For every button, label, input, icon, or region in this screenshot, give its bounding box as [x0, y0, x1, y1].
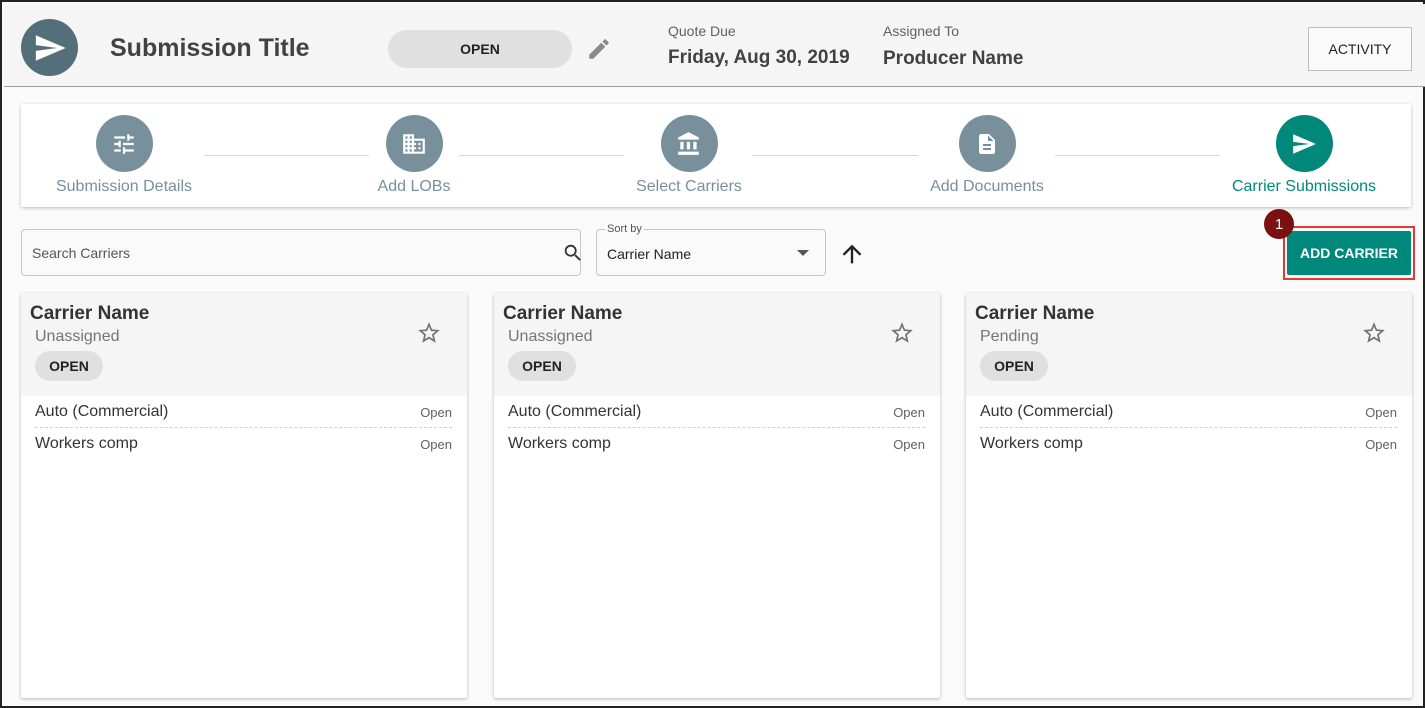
- carrier-assignment-status: Unassigned: [35, 328, 120, 345]
- status-badge: OPEN: [388, 30, 572, 68]
- header-bar: Submission Title OPEN Quote Due Friday, …: [4, 4, 1425, 87]
- building-icon: [385, 115, 443, 172]
- progress-stepper: Submission Details Add LOBs Select Carri…: [21, 104, 1411, 207]
- lob-status: Open: [893, 405, 925, 420]
- lob-name: Auto (Commercial): [980, 403, 1114, 420]
- bank-icon: [660, 115, 718, 172]
- carrier-name: Carrier Name: [975, 303, 1095, 324]
- carrier-card[interactable]: Carrier Name Unassigned OPEN Auto (Comme…: [21, 293, 467, 698]
- lob-row: Auto (Commercial) Open: [980, 396, 1397, 428]
- lob-status: Open: [1365, 437, 1397, 452]
- edit-pencil-icon[interactable]: [586, 36, 612, 62]
- carrier-assignment-status: Unassigned: [508, 328, 593, 345]
- lob-status: Open: [420, 437, 452, 452]
- lob-name: Workers comp: [980, 435, 1083, 452]
- carrier-card[interactable]: Carrier Name Pending OPEN Auto (Commerci…: [966, 293, 1412, 698]
- carrier-status-badge: OPEN: [508, 351, 576, 381]
- page-title: Submission Title: [110, 34, 310, 62]
- step-connector: [204, 155, 369, 156]
- lob-name: Auto (Commercial): [35, 403, 169, 420]
- search-carriers-field[interactable]: [21, 229, 581, 276]
- carrier-name: Carrier Name: [503, 303, 623, 324]
- step-label: Select Carriers: [636, 178, 742, 195]
- star-icon[interactable]: [416, 320, 442, 346]
- assigned-to-value: Producer Name: [883, 48, 1024, 69]
- lob-row: Workers comp Open: [980, 428, 1397, 460]
- lob-row: Workers comp Open: [35, 428, 452, 460]
- star-icon[interactable]: [1361, 320, 1387, 346]
- annotation-number-badge: 1: [1264, 209, 1294, 239]
- lob-name: Workers comp: [35, 435, 138, 452]
- lob-status: Open: [420, 405, 452, 420]
- step-add-lobs[interactable]: Add LOBs: [364, 104, 464, 207]
- carrier-status-badge: OPEN: [980, 351, 1048, 381]
- assigned-to-label: Assigned To: [883, 23, 960, 39]
- dropdown-caret-icon: [797, 250, 809, 256]
- send-logo-icon: [21, 19, 78, 76]
- step-label: Submission Details: [55, 178, 193, 195]
- lob-status: Open: [1365, 405, 1397, 420]
- sort-by-select[interactable]: Sort by Carrier Name: [596, 223, 826, 276]
- sort-ascending-arrow-icon[interactable]: [838, 240, 866, 268]
- step-add-documents[interactable]: Add Documents: [917, 104, 1057, 207]
- step-connector: [459, 155, 624, 156]
- add-carrier-button[interactable]: ADD CARRIER: [1287, 231, 1411, 275]
- lob-status: Open: [893, 437, 925, 452]
- step-select-carriers[interactable]: Select Carriers: [624, 104, 754, 207]
- lob-name: Workers comp: [508, 435, 611, 452]
- lob-name: Auto (Commercial): [508, 403, 642, 420]
- activity-button[interactable]: ACTIVITY: [1308, 27, 1412, 71]
- tune-icon: [95, 115, 153, 172]
- step-label: Carrier Submissions: [1231, 178, 1377, 195]
- step-label: Add Documents: [930, 178, 1044, 195]
- step-connector: [1055, 155, 1220, 156]
- step-label: Add LOBs: [377, 178, 451, 195]
- carrier-status-badge: OPEN: [35, 351, 103, 381]
- search-input[interactable]: [32, 242, 532, 264]
- star-icon[interactable]: [889, 320, 915, 346]
- quote-due-value: Friday, Aug 30, 2019: [668, 47, 850, 68]
- lob-row: Workers comp Open: [508, 428, 925, 460]
- carrier-name: Carrier Name: [30, 303, 150, 324]
- document-icon: [958, 115, 1016, 172]
- quote-due-label: Quote Due: [668, 23, 736, 39]
- carrier-assignment-status: Pending: [980, 328, 1039, 345]
- step-connector: [752, 155, 918, 156]
- lob-row: Auto (Commercial) Open: [508, 396, 925, 428]
- search-icon[interactable]: [562, 242, 584, 264]
- carrier-card[interactable]: Carrier Name Unassigned OPEN Auto (Comme…: [494, 293, 940, 698]
- step-submission-details[interactable]: Submission Details: [53, 104, 195, 207]
- step-carrier-submissions[interactable]: Carrier Submissions: [1221, 104, 1387, 207]
- carrier-card-header: Carrier Name Unassigned OPEN: [21, 293, 467, 396]
- app-frame: Submission Title OPEN Quote Due Friday, …: [0, 0, 1425, 708]
- carrier-card-header: Carrier Name Pending OPEN: [966, 293, 1412, 396]
- send-icon: [1275, 115, 1333, 172]
- sort-by-label: Sort by: [605, 223, 644, 235]
- sort-by-value: Carrier Name: [607, 246, 692, 262]
- carrier-card-header: Carrier Name Unassigned OPEN: [494, 293, 940, 396]
- lob-row: Auto (Commercial) Open: [35, 396, 452, 428]
